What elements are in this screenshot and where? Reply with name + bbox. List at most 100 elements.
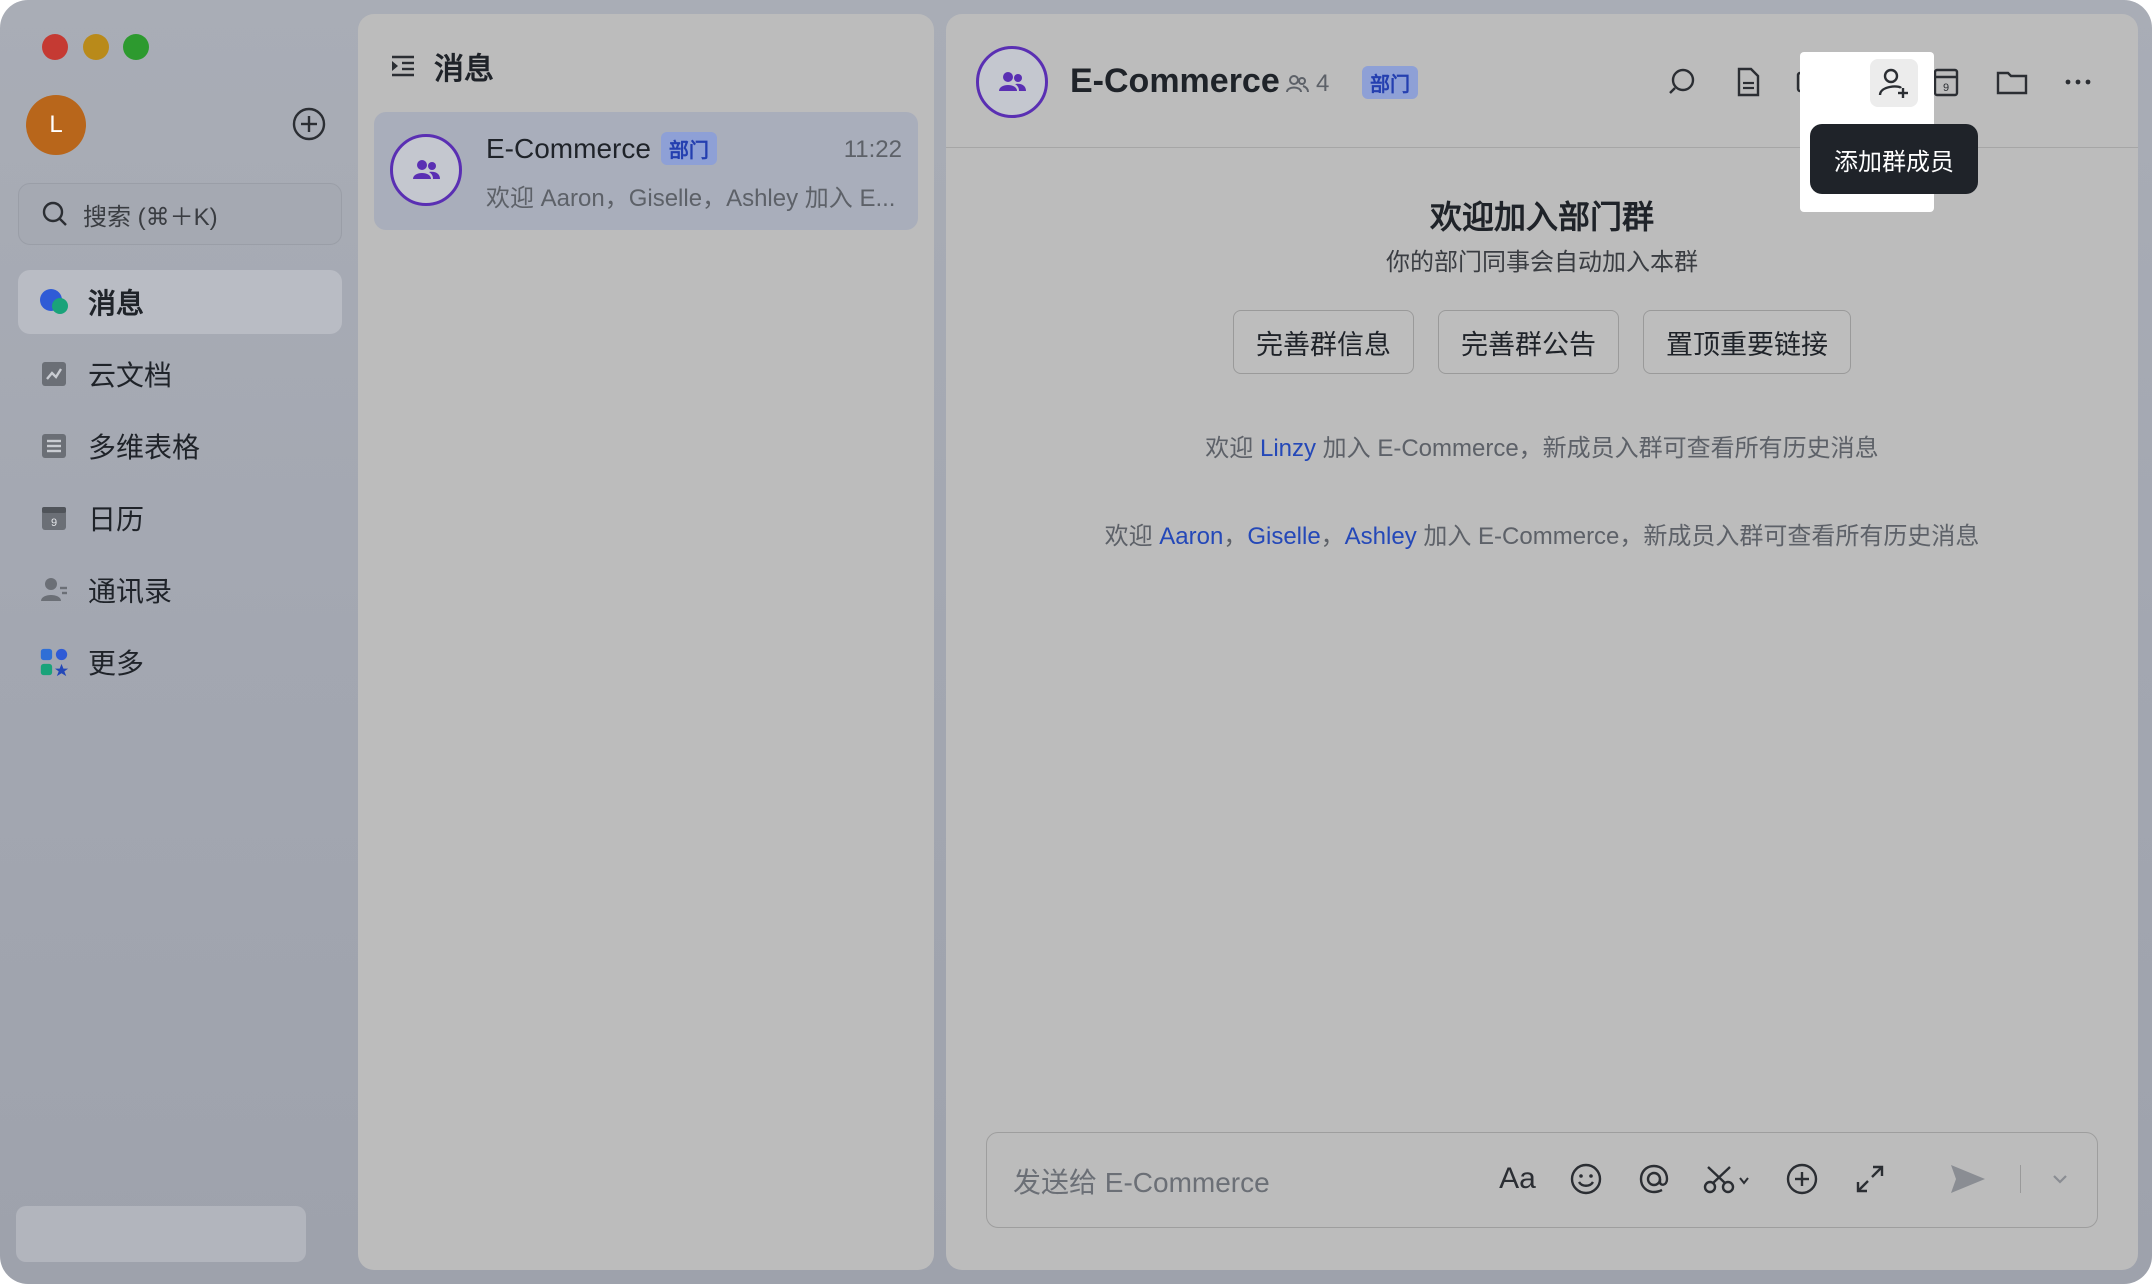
calendar-icon: 9 — [38, 502, 70, 534]
add-attachment-button[interactable] — [1782, 1159, 1822, 1199]
mention-button[interactable] — [1634, 1159, 1674, 1199]
search-icon — [42, 201, 67, 226]
send-options-button[interactable] — [2049, 1159, 2071, 1199]
sys-prefix: 欢迎 — [1205, 435, 1260, 462]
chat-panel: E-Commerce 4 部门 9 添加群成员 欢迎加入部门群 你的部门同事会自… — [946, 14, 2138, 1270]
chat-name-row: E-Commerce 部门 — [486, 132, 717, 165]
chat-list-panel: 消息 E-Commerce 部门 11:22 欢迎 Aaron，Giselle，… — [358, 14, 934, 1270]
format-text-button[interactable]: Aa — [1498, 1159, 1538, 1199]
member-link[interactable]: Ashley — [1345, 523, 1417, 550]
sys-prefix: 欢迎 — [1104, 523, 1160, 550]
edit-group-info-button[interactable]: 完善群信息 — [1233, 310, 1414, 374]
docs-icon — [38, 358, 70, 390]
minimize-window-button[interactable] — [83, 34, 109, 60]
smiley-icon — [1570, 1163, 1601, 1195]
group-avatar[interactable] — [976, 46, 1048, 118]
close-window-button[interactable] — [42, 34, 68, 60]
blurred-status-bar — [16, 1206, 306, 1262]
welcome-title: 欢迎加入部门群 — [1429, 199, 1654, 235]
department-tag: 部门 — [1362, 66, 1418, 99]
message-composer[interactable]: 发送给 E-Commerce Aa — [986, 1132, 2098, 1228]
group-avatar — [390, 134, 462, 206]
more-horizontal-icon — [2065, 79, 2091, 85]
member-link[interactable]: Giselle — [1247, 523, 1320, 550]
scissors-icon — [1703, 1166, 1749, 1194]
sidebar-item-label: 更多 — [88, 648, 145, 679]
svg-text:9: 9 — [1943, 82, 1949, 94]
sidebar: L 搜索 (⌘＋K) 消息 云文档 多维表格 9 日历 通讯录 更多 — [0, 0, 355, 1284]
member-link[interactable]: Aaron — [1159, 523, 1223, 550]
chat-name: E-Commerce — [486, 132, 651, 164]
font-format-icon: Aa — [1499, 1162, 1536, 1195]
plus-circle-icon — [292, 107, 326, 141]
avatar-initial: L — [49, 111, 63, 138]
send-button[interactable] — [1944, 1159, 1992, 1199]
user-avatar[interactable]: L — [26, 95, 86, 155]
add-member-button[interactable] — [1870, 59, 1918, 107]
edit-group-announcement-button[interactable]: 完善群公告 — [1438, 310, 1619, 374]
chat-list-item[interactable]: E-Commerce 部门 11:22 欢迎 Aaron，Giselle，Ash… — [374, 112, 918, 230]
expand-editor-button[interactable] — [1850, 1159, 1890, 1199]
search-box[interactable]: 搜索 (⌘＋K) — [18, 183, 342, 245]
welcome-actions: 完善群信息 完善群公告 置顶重要链接 — [946, 310, 2138, 374]
sys-sep: ， — [1320, 523, 1345, 550]
sidebar-item-contacts[interactable]: 通讯录 — [18, 558, 342, 622]
composer-toolbar: Aa — [1498, 1159, 2072, 1199]
chat-time: 11:22 — [843, 136, 902, 163]
app-window: L 搜索 (⌘＋K) 消息 云文档 多维表格 9 日历 通讯录 更多 消息 E-… — [0, 0, 2152, 1284]
folder-icon — [1996, 71, 2028, 95]
list-header: 消息 — [388, 44, 494, 88]
messages-icon — [38, 286, 70, 318]
member-count[interactable]: 4 — [1284, 70, 1329, 98]
send-separator — [2019, 1165, 2021, 1193]
sidebar-item-label: 日历 — [88, 504, 145, 535]
create-button[interactable] — [291, 106, 327, 142]
calendar-icon: 9 — [1933, 68, 1959, 97]
member-link[interactable]: Linzy — [1260, 435, 1316, 462]
expand-icon — [1856, 1165, 1883, 1193]
search-placeholder: 搜索 (⌘＋K) — [83, 203, 218, 231]
plus-circle-icon — [1786, 1163, 1817, 1195]
more-button[interactable] — [2058, 62, 2098, 102]
sidebar-item-messages[interactable]: 消息 — [18, 270, 342, 334]
sys-suffix: 加入 E-Commerce，新成员入群可查看所有历史消息 — [1416, 523, 1980, 550]
base-icon — [38, 430, 70, 462]
collapse-sidebar-icon[interactable] — [388, 51, 418, 81]
member-count-value: 4 — [1316, 70, 1330, 97]
sys-sep: ， — [1223, 523, 1248, 550]
sys-suffix: 加入 E-Commerce，新成员入群可查看所有历史消息 — [1316, 435, 1879, 462]
group-icon — [999, 72, 1026, 91]
pin-important-links-button[interactable]: 置顶重要链接 — [1643, 310, 1851, 374]
screenshot-button[interactable] — [1702, 1159, 1754, 1199]
svg-text:9: 9 — [51, 517, 57, 529]
system-message-join-1: 欢迎 Linzy 加入 E-Commerce，新成员入群可查看所有历史消息 — [946, 428, 2138, 463]
members-icon — [1286, 75, 1309, 93]
chat-preview: 欢迎 Aaron，Giselle，Ashley 加入 E... — [486, 185, 896, 212]
more-apps-icon — [38, 646, 70, 678]
system-message-join-2: 欢迎 Aaron，Giselle，Ashley 加入 E-Commerce，新成… — [946, 516, 2138, 551]
welcome-subtitle: 你的部门同事会自动加入本群 — [1386, 249, 1698, 276]
files-button[interactable] — [1992, 62, 2032, 102]
zoom-window-button[interactable] — [123, 34, 149, 60]
sidebar-item-calendar[interactable]: 9 日历 — [18, 486, 342, 550]
sidebar-item-more[interactable]: 更多 — [18, 630, 342, 694]
search-chat-button[interactable] — [1662, 62, 1702, 102]
composer-placeholder: 发送给 E-Commerce — [1013, 1167, 1270, 1198]
emoji-button[interactable] — [1566, 1159, 1606, 1199]
sidebar-item-docs[interactable]: 云文档 — [18, 342, 342, 406]
sidebar-item-label: 通讯录 — [88, 576, 173, 607]
add-user-icon — [1878, 68, 1908, 98]
document-icon — [1737, 67, 1760, 97]
group-icon — [413, 160, 440, 179]
contacts-icon — [38, 574, 70, 606]
sidebar-item-base[interactable]: 多维表格 — [18, 414, 342, 478]
docs-button[interactable] — [1728, 62, 1768, 102]
chevron-down-icon — [2053, 1175, 2067, 1184]
chat-title[interactable]: E-Commerce — [1070, 62, 1280, 101]
department-tag: 部门 — [660, 132, 717, 165]
add-member-tooltip: 添加群成员 — [1810, 124, 1978, 194]
at-sign-icon — [1639, 1164, 1668, 1194]
list-title: 消息 — [434, 53, 494, 86]
send-icon — [1950, 1165, 1985, 1193]
sidebar-item-label: 多维表格 — [88, 432, 201, 463]
